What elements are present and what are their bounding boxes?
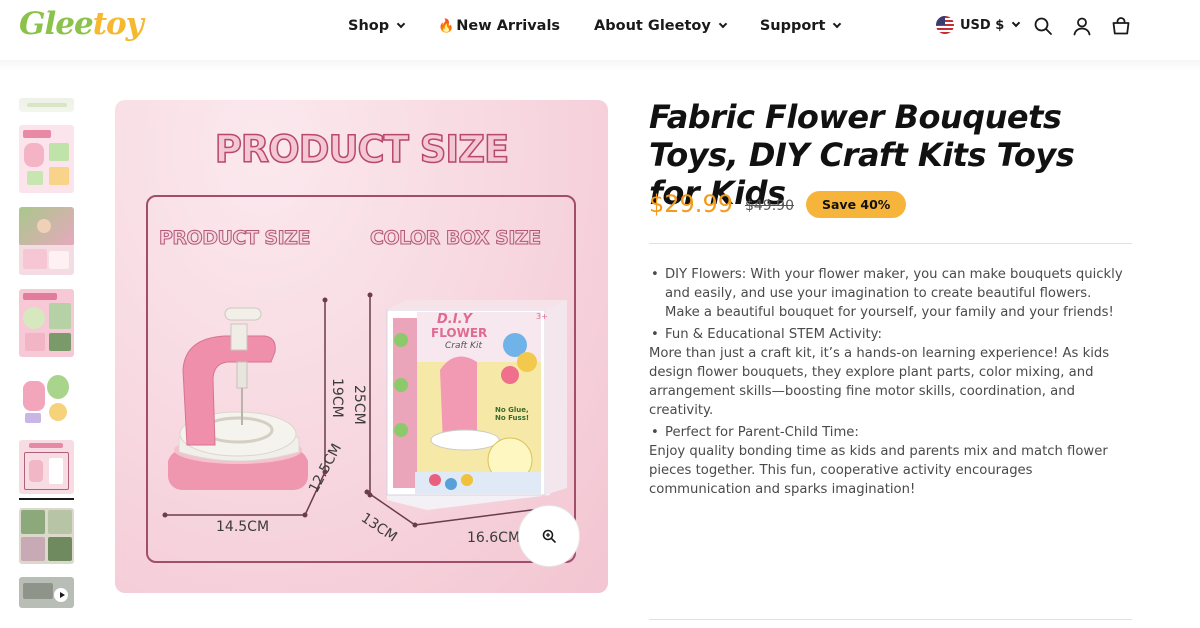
- active-thumbnail-indicator: [19, 498, 74, 500]
- us-flag-icon: [936, 16, 954, 34]
- save-badge: Save 40%: [805, 190, 907, 218]
- thumbnail-video[interactable]: [19, 577, 74, 608]
- price-row: $29.99 $49.90 Save 40%: [649, 190, 907, 218]
- nav-new-arrivals-label: New Arrivals: [456, 18, 561, 34]
- thumbnail[interactable]: [19, 125, 74, 193]
- thumbnail[interactable]: [19, 98, 74, 112]
- main-product-image[interactable]: PRODUCT SIZE PRODUCT SIZE COLOR BOX SIZE: [115, 100, 608, 593]
- logo-text-yellow: toy: [92, 6, 144, 42]
- divider: [649, 243, 1132, 244]
- search-icon[interactable]: [1033, 16, 1053, 36]
- currency-label: USD $: [960, 17, 1005, 33]
- currency-selector[interactable]: USD $: [936, 16, 1021, 34]
- main-nav: Shop 🔥 New Arrivals About Gleetoy Support: [348, 0, 874, 52]
- thumbnail[interactable]: [19, 508, 74, 564]
- play-icon: [54, 588, 68, 602]
- zoom-button[interactable]: [518, 505, 580, 567]
- chevron-down-icon: [833, 19, 842, 29]
- nav-new-arrivals[interactable]: 🔥 New Arrivals: [438, 18, 560, 34]
- box-text-diy: D.I.Y: [437, 312, 472, 327]
- box-text-craft-kit: Craft Kit: [445, 341, 482, 351]
- header-shadow: [0, 60, 1200, 72]
- thumbnail[interactable]: [19, 371, 74, 429]
- account-icon[interactable]: [1072, 16, 1092, 36]
- chevron-down-icon: [1012, 18, 1021, 28]
- description-body: Enjoy quality bonding time as kids and p…: [649, 443, 1108, 498]
- box-text-flower: FLOWER: [431, 326, 488, 340]
- product-description: DIY Flowers: With your flower maker, you…: [649, 265, 1129, 499]
- chevron-down-icon: [718, 19, 728, 29]
- dim-box-height: 25CM: [351, 385, 367, 425]
- nav-support-label: Support: [759, 18, 826, 34]
- nav-about-label: About Gleetoy: [594, 18, 711, 34]
- logo[interactable]: Gleetoy: [19, 6, 144, 42]
- dim-product-height: 19CM: [329, 378, 345, 418]
- thumbnail[interactable]: [19, 289, 74, 357]
- sale-price: $29.99: [649, 190, 733, 218]
- dim-box-width: 16.6CM: [467, 530, 521, 546]
- divider: [649, 619, 1132, 620]
- description-body: More than just a craft kit, it’s a hands…: [649, 345, 1110, 419]
- nav-shop-label: Shop: [348, 18, 390, 34]
- cart-icon[interactable]: [1111, 16, 1131, 36]
- thumbnail[interactable]: [19, 207, 74, 275]
- compare-price: $49.90: [744, 198, 794, 214]
- box-text-age: 3+: [536, 312, 548, 321]
- box-text-badge: No Glue, No Fuss!: [495, 406, 530, 422]
- nav-about[interactable]: About Gleetoy: [594, 18, 728, 34]
- description-item: DIY Flowers: With your flower maker, you…: [649, 265, 1129, 323]
- nav-support[interactable]: Support: [759, 18, 842, 34]
- chevron-down-icon: [396, 19, 406, 29]
- site-header: Gleetoy Shop 🔥 New Arrivals About Gleetoy…: [0, 0, 1200, 60]
- description-heading: Fun & Educational STEM Activity:: [649, 325, 1129, 344]
- logo-text-green: Glee: [19, 6, 94, 42]
- thumbnail-active[interactable]: [19, 440, 74, 494]
- fire-icon: 🔥: [438, 18, 455, 34]
- description-heading: Perfect for Parent-Child Time:: [649, 423, 1129, 442]
- zoom-in-icon: [542, 529, 556, 543]
- dim-product-width: 14.5CM: [216, 519, 270, 535]
- nav-shop[interactable]: Shop: [348, 18, 406, 34]
